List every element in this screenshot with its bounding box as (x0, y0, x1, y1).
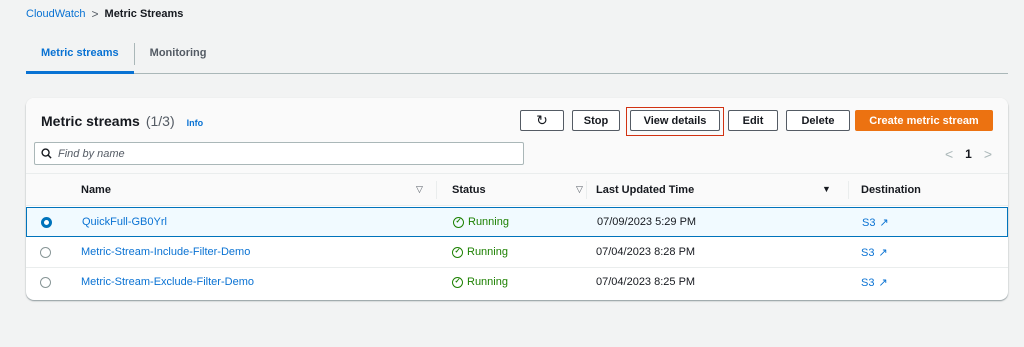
check-circle-icon: ✓ (452, 246, 463, 258)
column-divider (436, 181, 437, 199)
last-updated-time: 07/04/2023 8:28 PM (596, 246, 696, 258)
table-row[interactable]: QuickFull-GB0Yrl ✓ Running 07/09/2023 5:2… (26, 207, 1008, 237)
pagination: < 1 > (945, 146, 992, 162)
delete-button[interactable]: Delete (786, 110, 850, 131)
column-header-last-updated[interactable]: Last Updated Time (596, 184, 694, 196)
table-header: Name ▽ Status ▽ Last Updated Time ▼ Dest… (26, 174, 1008, 206)
check-circle-icon: ✓ (452, 276, 463, 288)
last-updated-time: 07/04/2023 8:25 PM (596, 276, 696, 288)
status-badge: ✓ Running (452, 276, 508, 288)
breadcrumb-separator: > (91, 7, 99, 21)
info-link[interactable]: Info (187, 118, 204, 128)
sort-icon[interactable]: ▽ (416, 184, 423, 195)
destination-link[interactable]: S3 ↗ (861, 246, 888, 260)
sort-icon[interactable]: ▽ (576, 184, 583, 195)
destination-text[interactable]: S3 (861, 247, 874, 259)
row-radio[interactable] (41, 217, 52, 228)
create-metric-stream-button[interactable]: Create metric stream (855, 110, 993, 131)
panel-header: Metric streams (1/3) Info ↻ Stop View de… (26, 98, 1008, 174)
page-number[interactable]: 1 (965, 147, 972, 161)
last-updated-time: 07/09/2023 5:29 PM (597, 216, 697, 228)
row-radio[interactable] (40, 247, 51, 258)
column-header-destination[interactable]: Destination (861, 184, 921, 196)
search-icon (41, 148, 52, 159)
stream-name-link[interactable]: QuickFull-GB0Yrl (82, 216, 167, 228)
status-badge: ✓ Running (452, 246, 508, 258)
search-box (34, 142, 524, 165)
status-badge: ✓ Running (453, 216, 509, 228)
status-text: Running (467, 276, 508, 288)
destination-text[interactable]: S3 (862, 217, 875, 229)
tab-metric-streams[interactable]: Metric streams (26, 40, 134, 74)
panel-title-text: Metric streams (41, 113, 140, 129)
status-text: Running (467, 246, 508, 258)
tab-bar: Metric streams Monitoring (26, 40, 1008, 74)
external-link-icon: ↗ (878, 247, 888, 259)
destination-link[interactable]: S3 ↗ (861, 276, 888, 290)
search-input[interactable] (58, 147, 498, 160)
external-link-icon: ↗ (878, 277, 888, 289)
view-details-button[interactable]: View details (630, 110, 720, 131)
refresh-icon: ↻ (536, 112, 548, 128)
selection-count: (1/3) (145, 113, 175, 129)
table-row[interactable]: Metric-Stream-Include-Filter-Demo ✓ Runni… (26, 238, 1008, 268)
column-header-status[interactable]: Status (452, 184, 486, 196)
panel-title: Metric streams (1/3) Info (41, 113, 203, 129)
column-divider (848, 181, 849, 199)
external-link-icon: ↗ (879, 217, 889, 229)
destination-link[interactable]: S3 ↗ (862, 216, 889, 230)
breadcrumb-current: Metric Streams (104, 8, 184, 20)
sort-desc-icon[interactable]: ▼ (822, 184, 831, 194)
stream-name-link[interactable]: Metric-Stream-Include-Filter-Demo (81, 246, 250, 258)
status-text: Running (468, 216, 509, 228)
edit-button[interactable]: Edit (728, 110, 778, 131)
row-radio[interactable] (40, 277, 51, 288)
check-circle-icon: ✓ (453, 216, 464, 228)
metric-streams-panel: Metric streams (1/3) Info ↻ Stop View de… (26, 98, 1008, 300)
chevron-right-icon[interactable]: > (984, 146, 992, 162)
destination-text[interactable]: S3 (861, 277, 874, 289)
refresh-button[interactable]: ↻ (520, 110, 564, 131)
column-divider (586, 181, 587, 199)
tab-monitoring[interactable]: Monitoring (135, 40, 222, 73)
column-header-name[interactable]: Name (81, 184, 111, 196)
chevron-left-icon[interactable]: < (945, 146, 953, 162)
table-row[interactable]: Metric-Stream-Exclude-Filter-Demo ✓ Runni… (26, 268, 1008, 298)
breadcrumb-cloudwatch-link[interactable]: CloudWatch (26, 8, 86, 20)
stream-name-link[interactable]: Metric-Stream-Exclude-Filter-Demo (81, 276, 254, 288)
breadcrumb: CloudWatch > Metric Streams (26, 7, 183, 21)
stop-button[interactable]: Stop (572, 110, 620, 131)
